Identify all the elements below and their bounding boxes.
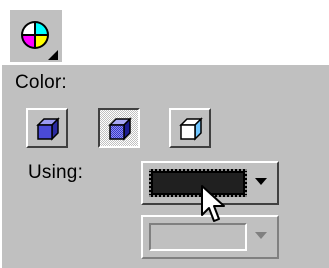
- dropdown-corner-indicator: [48, 50, 58, 60]
- outline-cube-icon: [179, 117, 203, 141]
- color-label: Color:: [15, 72, 67, 93]
- chevron-down-icon: [255, 232, 267, 239]
- color-wheel-icon: [21, 21, 58, 60]
- mouse-cursor-icon: [201, 185, 225, 222]
- solid-fill-button[interactable]: [26, 108, 68, 148]
- dithered-fill-button[interactable]: [98, 108, 140, 148]
- outline-fill-button[interactable]: [169, 108, 211, 148]
- chevron-down-icon: [255, 178, 267, 185]
- solid-cube-icon: [36, 117, 60, 141]
- color-popup-panel: Color: Using:: [0, 63, 329, 268]
- color-toolbar-button[interactable]: [10, 10, 62, 62]
- selected-color-swatch: [149, 169, 247, 197]
- dithered-cube-icon: [108, 117, 132, 141]
- using-label: Using:: [28, 162, 84, 183]
- secondary-color-swatch: [149, 223, 247, 251]
